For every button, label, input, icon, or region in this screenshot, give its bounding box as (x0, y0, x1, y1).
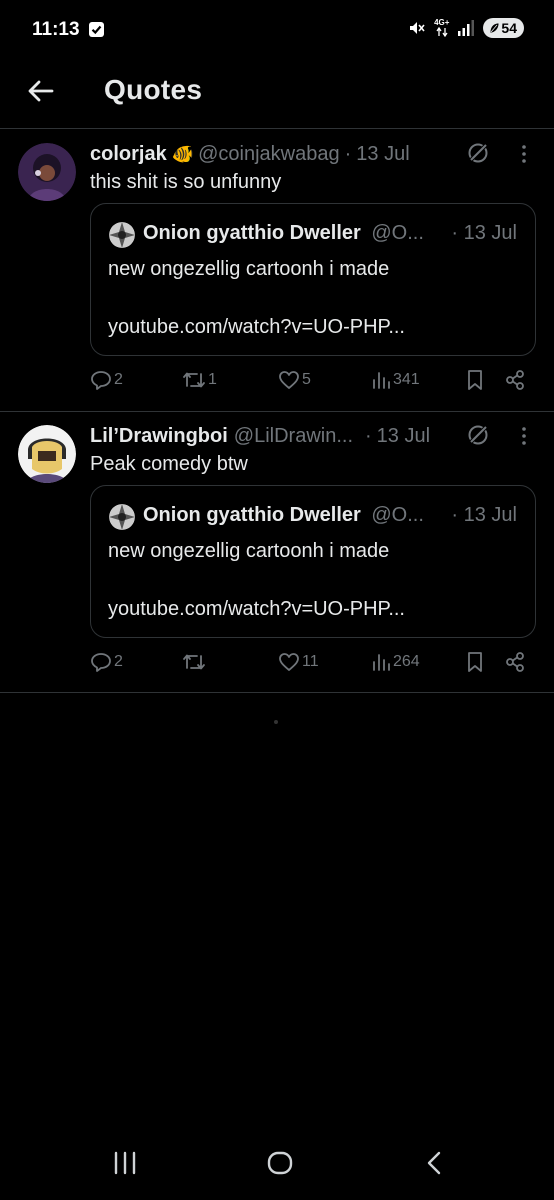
reply-icon (91, 653, 111, 672)
battery-saver-icon (490, 22, 500, 34)
quoted-avatar (109, 222, 135, 248)
quote-tweet[interactable]: Lil’Drawingboi @LilDrawin... · 13 Jul Pe… (0, 411, 554, 693)
views-icon (373, 654, 390, 671)
heart-icon (279, 371, 299, 389)
share-button[interactable] (504, 369, 526, 391)
quoted-tweet-text: new ongezellig cartoonh i made (108, 540, 390, 562)
system-nav-bar (0, 1130, 554, 1200)
quoted-author-name: Onion gyatthio Dweller (143, 504, 361, 526)
quoted-tweet-text: new ongezellig cartoonh i made (108, 258, 390, 280)
quoted-avatar (109, 504, 135, 530)
arrow-left-icon (28, 80, 54, 102)
views-button[interactable]: 341 (371, 369, 420, 391)
author-name[interactable]: Lil’Drawingboi (90, 425, 228, 448)
repost-icon (183, 372, 205, 388)
tweet-actions: 2 11 264 (90, 651, 530, 677)
like-button[interactable]: 11 (278, 651, 319, 673)
fish-emoji-icon: 🐠 (171, 144, 195, 164)
nav-back-button[interactable] (424, 1150, 444, 1176)
views-count: 264 (393, 653, 420, 670)
tweet-date[interactable]: 13 Jul (356, 143, 409, 166)
data-arrows-icon (436, 27, 448, 37)
reply-icon (91, 371, 111, 390)
battery-level: 54 (501, 20, 517, 36)
quoted-tweet-card[interactable]: Onion gyatthio Dweller @O... · 13 Jul ne… (90, 203, 536, 356)
avatar[interactable] (18, 425, 76, 483)
bookmark-button[interactable] (465, 369, 485, 391)
tweet-text: Peak comedy btw (90, 453, 248, 475)
grok-icon (468, 142, 489, 163)
views-button[interactable]: 264 (371, 651, 420, 673)
page-title: Quotes (104, 74, 203, 105)
like-count: 5 (302, 371, 311, 388)
recent-apps-icon (114, 1151, 136, 1175)
views-icon (373, 372, 390, 389)
share-icon (506, 652, 524, 672)
loading-indicator (274, 720, 278, 724)
grok-button[interactable] (466, 141, 490, 165)
recent-apps-button[interactable] (112, 1150, 138, 1176)
repost-count: 1 (208, 371, 217, 388)
notification-check-icon (89, 22, 104, 37)
grok-button[interactable] (466, 423, 490, 447)
top-bar: Quotes (0, 60, 554, 129)
separator-dot: · (365, 425, 372, 447)
repost-button[interactable]: 1 (182, 369, 217, 391)
reply-button[interactable]: 2 (90, 651, 123, 673)
tweet-actions: 2 1 5 341 (90, 369, 530, 395)
back-button[interactable] (24, 74, 58, 108)
repost-button[interactable] (182, 651, 208, 673)
battery-indicator: 54 (483, 18, 524, 38)
quoted-author-handle: @O... (371, 504, 424, 526)
network-label: 4G+ (434, 18, 450, 27)
reply-count: 2 (114, 371, 123, 388)
more-button[interactable] (517, 425, 531, 447)
bookmark-button[interactable] (465, 651, 485, 673)
share-icon (506, 370, 524, 390)
repost-icon (183, 654, 205, 670)
avatar[interactable] (18, 143, 76, 201)
separator-dot: · (451, 222, 464, 244)
home-button[interactable] (266, 1150, 294, 1176)
author-name[interactable]: colorjak (90, 143, 167, 166)
separator-dot: · (344, 143, 352, 165)
author-handle[interactable]: @coinjakwabag (198, 143, 340, 166)
status-time: 11:13 (32, 19, 80, 40)
quoted-author-handle: @O... (371, 222, 424, 244)
like-button[interactable]: 5 (278, 369, 311, 391)
status-bar: 11:13 4G+ 54 (0, 0, 554, 60)
reply-button[interactable]: 2 (90, 369, 123, 391)
home-icon (267, 1151, 293, 1175)
author-handle[interactable]: @LilDrawin... (234, 425, 353, 448)
tweet-date[interactable]: 13 Jul (377, 425, 430, 448)
bookmark-icon (468, 370, 482, 390)
quote-tweet[interactable]: colorjak 🐠 @coinjakwabag · 13 Jul this s… (0, 129, 554, 412)
quoted-tweet-link[interactable]: youtube.com/watch?v=UO-PHP... (108, 316, 405, 339)
signal-icon (458, 20, 475, 36)
separator-dot: · (451, 504, 464, 526)
quoted-tweet-card[interactable]: Onion gyatthio Dweller @O... · 13 Jul ne… (90, 485, 536, 638)
like-count: 11 (302, 653, 319, 670)
grok-icon (468, 424, 489, 445)
chevron-left-icon (427, 1151, 441, 1175)
tweet-text: this shit is so unfunny (90, 171, 282, 193)
quoted-author-name: Onion gyatthio Dweller (143, 222, 361, 244)
reply-count: 2 (114, 653, 123, 670)
quoted-tweet-date: 13 Jul (463, 504, 517, 526)
bookmark-icon (468, 652, 482, 672)
mute-icon (410, 22, 425, 34)
quoted-tweet-date: 13 Jul (463, 222, 517, 244)
views-count: 341 (393, 371, 420, 388)
more-vertical-icon (522, 427, 526, 445)
more-button[interactable] (517, 143, 531, 165)
heart-icon (279, 653, 299, 671)
quoted-tweet-link[interactable]: youtube.com/watch?v=UO-PHP... (108, 598, 405, 621)
share-button[interactable] (504, 651, 526, 673)
more-vertical-icon (522, 145, 526, 163)
